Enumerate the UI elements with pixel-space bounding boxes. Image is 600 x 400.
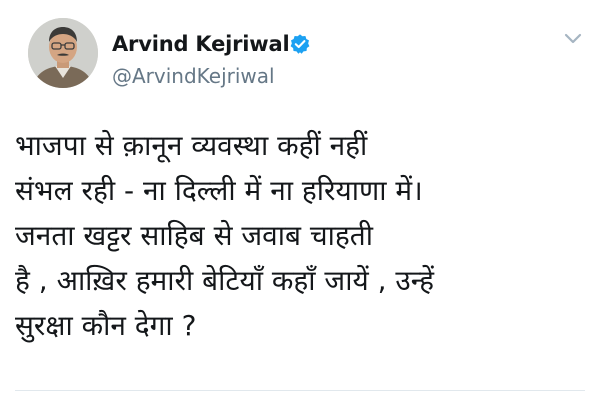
author-handle[interactable]: @ArvindKejriwal — [112, 64, 275, 88]
tweet-text-line: भाजपा से क़ानून व्यवस्था कहीं नहीं — [15, 129, 368, 162]
profile-photo — [28, 18, 98, 88]
verified-badge-icon — [290, 34, 310, 54]
tweet-text-line: संभल रही - ना दिल्ली में ना हरियाणा में। — [15, 174, 423, 207]
tweet-text-line: है , आख़िर हमारी बेटियाँ कहाँ जायें , उन… — [15, 264, 434, 297]
tweet-text-line: सुरक्षा कौन देगा ? — [15, 309, 197, 342]
author-name[interactable]: Arvind Kejriwal — [112, 32, 290, 56]
divider — [15, 390, 585, 391]
avatar[interactable] — [28, 18, 98, 88]
chevron-down-icon[interactable] — [564, 33, 582, 45]
tweet-text-line: जनता खट्टर साहिब से जवाब चाहती — [15, 219, 373, 252]
tweet-text: भाजपा से क़ानून व्यवस्था कहीं नहीं संभल … — [15, 123, 590, 348]
tweet-card: Arvind Kejriwal @ArvindKejriwal भाजपा से… — [0, 0, 600, 400]
